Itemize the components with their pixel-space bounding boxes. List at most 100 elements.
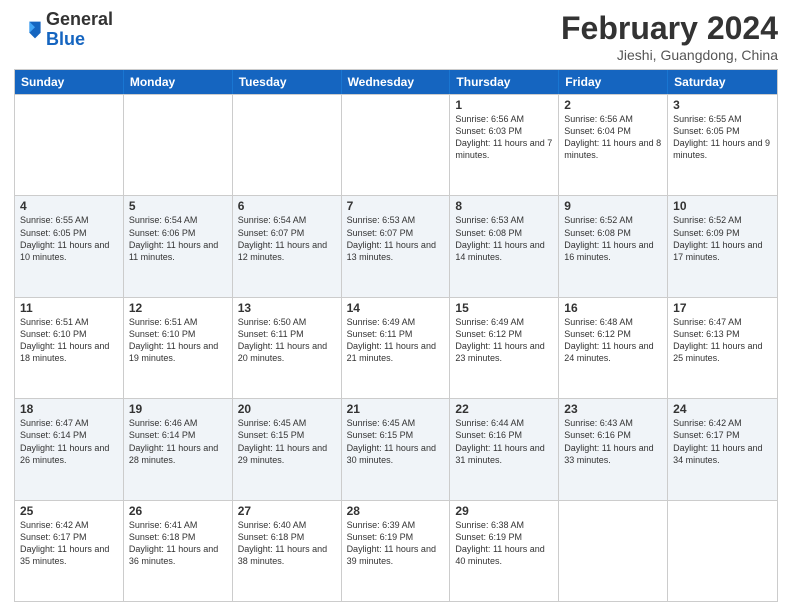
cell-info: Sunrise: 6:40 AM Sunset: 6:18 PM Dayligh…	[238, 519, 336, 568]
calendar-cell-7: 7Sunrise: 6:53 AM Sunset: 6:07 PM Daylig…	[342, 196, 451, 296]
cell-info: Sunrise: 6:47 AM Sunset: 6:14 PM Dayligh…	[20, 417, 118, 466]
day-number: 27	[238, 504, 336, 518]
day-number: 13	[238, 301, 336, 315]
day-number: 2	[564, 98, 662, 112]
calendar-header: SundayMondayTuesdayWednesdayThursdayFrid…	[15, 70, 777, 94]
cell-info: Sunrise: 6:50 AM Sunset: 6:11 PM Dayligh…	[238, 316, 336, 365]
header-day-saturday: Saturday	[668, 70, 777, 94]
calendar-cell-21: 21Sunrise: 6:45 AM Sunset: 6:15 PM Dayli…	[342, 399, 451, 499]
calendar-cell-22: 22Sunrise: 6:44 AM Sunset: 6:16 PM Dayli…	[450, 399, 559, 499]
calendar-cell-19: 19Sunrise: 6:46 AM Sunset: 6:14 PM Dayli…	[124, 399, 233, 499]
calendar-cell-empty-0-2	[233, 95, 342, 195]
cell-info: Sunrise: 6:54 AM Sunset: 6:06 PM Dayligh…	[129, 214, 227, 263]
header-day-monday: Monday	[124, 70, 233, 94]
calendar-cell-18: 18Sunrise: 6:47 AM Sunset: 6:14 PM Dayli…	[15, 399, 124, 499]
day-number: 25	[20, 504, 118, 518]
cell-info: Sunrise: 6:49 AM Sunset: 6:11 PM Dayligh…	[347, 316, 445, 365]
day-number: 3	[673, 98, 772, 112]
cell-info: Sunrise: 6:46 AM Sunset: 6:14 PM Dayligh…	[129, 417, 227, 466]
logo: General Blue	[14, 10, 113, 50]
calendar-cell-14: 14Sunrise: 6:49 AM Sunset: 6:11 PM Dayli…	[342, 298, 451, 398]
calendar-cell-empty-0-1	[124, 95, 233, 195]
calendar-cell-2: 2Sunrise: 6:56 AM Sunset: 6:04 PM Daylig…	[559, 95, 668, 195]
calendar-cell-9: 9Sunrise: 6:52 AM Sunset: 6:08 PM Daylig…	[559, 196, 668, 296]
logo-general: General	[46, 10, 113, 30]
calendar-row-2: 11Sunrise: 6:51 AM Sunset: 6:10 PM Dayli…	[15, 297, 777, 398]
day-number: 10	[673, 199, 772, 213]
cell-info: Sunrise: 6:48 AM Sunset: 6:12 PM Dayligh…	[564, 316, 662, 365]
day-number: 19	[129, 402, 227, 416]
title-block: February 2024 Jieshi, Guangdong, China	[561, 10, 778, 63]
cell-info: Sunrise: 6:38 AM Sunset: 6:19 PM Dayligh…	[455, 519, 553, 568]
calendar-cell-1: 1Sunrise: 6:56 AM Sunset: 6:03 PM Daylig…	[450, 95, 559, 195]
logo-blue: Blue	[46, 30, 113, 50]
location: Jieshi, Guangdong, China	[561, 47, 778, 63]
calendar-cell-10: 10Sunrise: 6:52 AM Sunset: 6:09 PM Dayli…	[668, 196, 777, 296]
calendar-cell-20: 20Sunrise: 6:45 AM Sunset: 6:15 PM Dayli…	[233, 399, 342, 499]
cell-info: Sunrise: 6:53 AM Sunset: 6:08 PM Dayligh…	[455, 214, 553, 263]
day-number: 12	[129, 301, 227, 315]
day-number: 11	[20, 301, 118, 315]
cell-info: Sunrise: 6:51 AM Sunset: 6:10 PM Dayligh…	[20, 316, 118, 365]
calendar: SundayMondayTuesdayWednesdayThursdayFrid…	[14, 69, 778, 602]
logo-text: General Blue	[46, 10, 113, 50]
cell-info: Sunrise: 6:56 AM Sunset: 6:03 PM Dayligh…	[455, 113, 553, 162]
day-number: 6	[238, 199, 336, 213]
calendar-row-1: 4Sunrise: 6:55 AM Sunset: 6:05 PM Daylig…	[15, 195, 777, 296]
calendar-cell-empty-0-0	[15, 95, 124, 195]
cell-info: Sunrise: 6:45 AM Sunset: 6:15 PM Dayligh…	[347, 417, 445, 466]
calendar-cell-12: 12Sunrise: 6:51 AM Sunset: 6:10 PM Dayli…	[124, 298, 233, 398]
calendar-cell-empty-4-5	[559, 501, 668, 601]
header-day-wednesday: Wednesday	[342, 70, 451, 94]
day-number: 8	[455, 199, 553, 213]
cell-info: Sunrise: 6:53 AM Sunset: 6:07 PM Dayligh…	[347, 214, 445, 263]
month-title: February 2024	[561, 10, 778, 47]
calendar-cell-8: 8Sunrise: 6:53 AM Sunset: 6:08 PM Daylig…	[450, 196, 559, 296]
day-number: 9	[564, 199, 662, 213]
day-number: 20	[238, 402, 336, 416]
calendar-body: 1Sunrise: 6:56 AM Sunset: 6:03 PM Daylig…	[15, 94, 777, 601]
calendar-cell-16: 16Sunrise: 6:48 AM Sunset: 6:12 PM Dayli…	[559, 298, 668, 398]
calendar-cell-28: 28Sunrise: 6:39 AM Sunset: 6:19 PM Dayli…	[342, 501, 451, 601]
cell-info: Sunrise: 6:41 AM Sunset: 6:18 PM Dayligh…	[129, 519, 227, 568]
day-number: 22	[455, 402, 553, 416]
calendar-cell-15: 15Sunrise: 6:49 AM Sunset: 6:12 PM Dayli…	[450, 298, 559, 398]
cell-info: Sunrise: 6:44 AM Sunset: 6:16 PM Dayligh…	[455, 417, 553, 466]
cell-info: Sunrise: 6:42 AM Sunset: 6:17 PM Dayligh…	[673, 417, 772, 466]
day-number: 29	[455, 504, 553, 518]
day-number: 28	[347, 504, 445, 518]
calendar-cell-empty-4-6	[668, 501, 777, 601]
calendar-row-0: 1Sunrise: 6:56 AM Sunset: 6:03 PM Daylig…	[15, 94, 777, 195]
cell-info: Sunrise: 6:43 AM Sunset: 6:16 PM Dayligh…	[564, 417, 662, 466]
day-number: 26	[129, 504, 227, 518]
calendar-cell-6: 6Sunrise: 6:54 AM Sunset: 6:07 PM Daylig…	[233, 196, 342, 296]
calendar-cell-23: 23Sunrise: 6:43 AM Sunset: 6:16 PM Dayli…	[559, 399, 668, 499]
day-number: 7	[347, 199, 445, 213]
day-number: 24	[673, 402, 772, 416]
cell-info: Sunrise: 6:47 AM Sunset: 6:13 PM Dayligh…	[673, 316, 772, 365]
calendar-cell-26: 26Sunrise: 6:41 AM Sunset: 6:18 PM Dayli…	[124, 501, 233, 601]
day-number: 1	[455, 98, 553, 112]
cell-info: Sunrise: 6:55 AM Sunset: 6:05 PM Dayligh…	[20, 214, 118, 263]
cell-info: Sunrise: 6:49 AM Sunset: 6:12 PM Dayligh…	[455, 316, 553, 365]
calendar-cell-27: 27Sunrise: 6:40 AM Sunset: 6:18 PM Dayli…	[233, 501, 342, 601]
cell-info: Sunrise: 6:52 AM Sunset: 6:08 PM Dayligh…	[564, 214, 662, 263]
cell-info: Sunrise: 6:54 AM Sunset: 6:07 PM Dayligh…	[238, 214, 336, 263]
header-day-friday: Friday	[559, 70, 668, 94]
calendar-cell-13: 13Sunrise: 6:50 AM Sunset: 6:11 PM Dayli…	[233, 298, 342, 398]
calendar-row-4: 25Sunrise: 6:42 AM Sunset: 6:17 PM Dayli…	[15, 500, 777, 601]
calendar-cell-29: 29Sunrise: 6:38 AM Sunset: 6:19 PM Dayli…	[450, 501, 559, 601]
logo-icon	[14, 16, 42, 44]
cell-info: Sunrise: 6:39 AM Sunset: 6:19 PM Dayligh…	[347, 519, 445, 568]
calendar-cell-25: 25Sunrise: 6:42 AM Sunset: 6:17 PM Dayli…	[15, 501, 124, 601]
page: General Blue February 2024 Jieshi, Guang…	[0, 0, 792, 612]
day-number: 16	[564, 301, 662, 315]
day-number: 14	[347, 301, 445, 315]
cell-info: Sunrise: 6:42 AM Sunset: 6:17 PM Dayligh…	[20, 519, 118, 568]
cell-info: Sunrise: 6:51 AM Sunset: 6:10 PM Dayligh…	[129, 316, 227, 365]
day-number: 23	[564, 402, 662, 416]
day-number: 5	[129, 199, 227, 213]
cell-info: Sunrise: 6:52 AM Sunset: 6:09 PM Dayligh…	[673, 214, 772, 263]
header-day-thursday: Thursday	[450, 70, 559, 94]
header: General Blue February 2024 Jieshi, Guang…	[14, 10, 778, 63]
